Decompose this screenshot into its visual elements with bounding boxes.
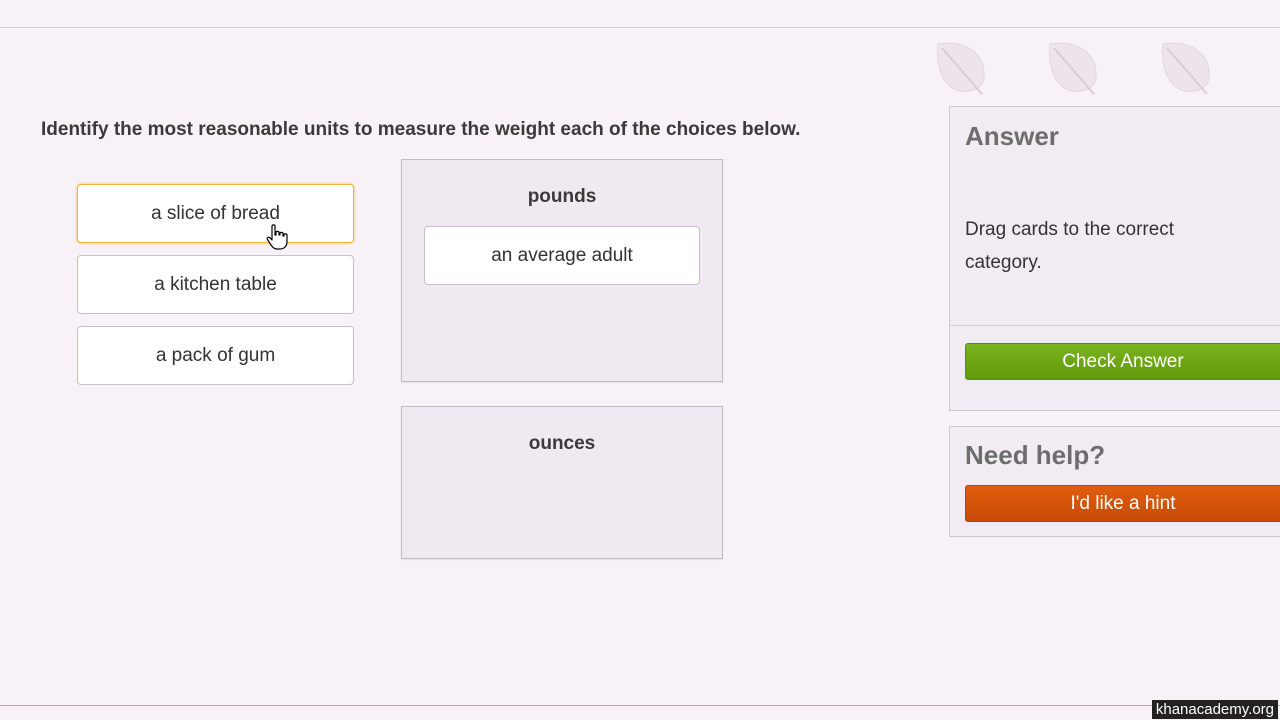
hand-cursor-icon [266, 224, 288, 250]
help-title: Need help? [965, 440, 1106, 470]
answer-panel: Answer Drag cards to the correct categor… [949, 106, 1280, 411]
card-pack-of-gum[interactable]: a pack of gum [77, 326, 354, 385]
bin-title-ounces: ounces [528, 433, 596, 454]
card-kitchen-table[interactable]: a kitchen table [77, 255, 354, 314]
leaf-icon [1049, 42, 1097, 95]
hint-button[interactable]: I'd like a hint [965, 485, 1280, 522]
leaf-icon [1162, 42, 1210, 95]
bin-ounces[interactable]: ounces [401, 406, 723, 559]
answer-instruction: Drag cards to the correct category. [965, 219, 1175, 273]
bottom-divider [0, 705, 1280, 706]
help-panel: Need help? I'd like a hint [949, 426, 1280, 537]
leaf-icon [937, 42, 985, 95]
check-answer-button[interactable]: Check Answer [965, 343, 1280, 380]
answer-title: Answer [965, 121, 1059, 151]
bin-pounds[interactable]: pounds an average adult [401, 159, 723, 382]
question-text: Identify the most reasonable units to me… [41, 119, 801, 140]
watermark: khanacademy.org [1151, 700, 1278, 719]
panel-divider [950, 325, 1280, 326]
card-average-adult[interactable]: an average adult [424, 226, 700, 285]
top-divider [0, 27, 1280, 28]
card-slice-of-bread[interactable]: a slice of bread [77, 184, 354, 243]
bin-title-pounds: pounds [527, 186, 597, 207]
